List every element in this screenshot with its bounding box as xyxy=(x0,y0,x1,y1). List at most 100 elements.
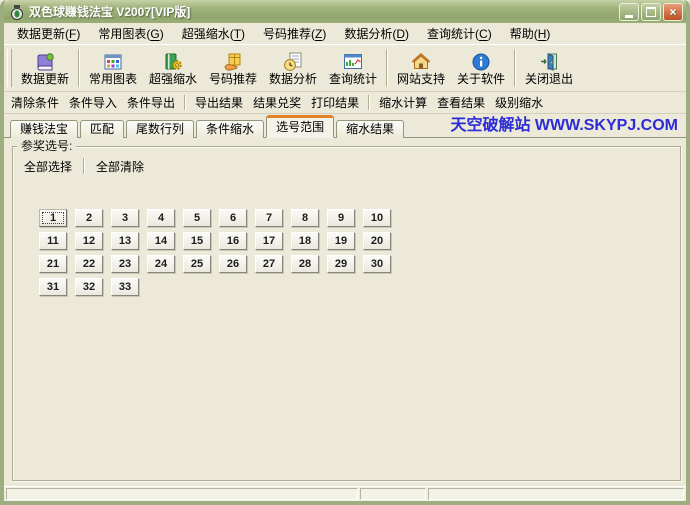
number-button[interactable]: 17 xyxy=(255,232,283,250)
action-button[interactable]: 条件导入 xyxy=(66,92,120,113)
maximize-icon xyxy=(646,7,656,17)
number-button[interactable]: 19 xyxy=(327,232,355,250)
title-bar[interactable]: 双色球赚钱法宝 V2007[VIP版] × xyxy=(4,0,686,23)
tab-3[interactable]: 条件缩水 xyxy=(196,120,264,138)
number-button[interactable]: 3 xyxy=(111,209,139,227)
selection-link-row: 全部选择 全部清除 xyxy=(15,154,680,178)
toolbar-button-stats-window[interactable]: 查询统计 xyxy=(323,47,383,89)
tab-5[interactable]: 缩水结果 xyxy=(336,120,404,138)
actionbar-separator xyxy=(368,95,370,110)
number-button[interactable]: 27 xyxy=(255,255,283,273)
number-button[interactable]: 15 xyxy=(183,232,211,250)
content-area: 参奖选号: 全部选择 全部清除 123456789101112131415161… xyxy=(4,138,686,486)
action-button[interactable]: 条件导出 xyxy=(124,92,178,113)
action-button[interactable]: 清除条件 xyxy=(8,92,62,113)
number-button[interactable]: 28 xyxy=(291,255,319,273)
minimize-button[interactable] xyxy=(619,3,639,21)
action-button[interactable]: 结果兑奖 xyxy=(250,92,304,113)
number-button[interactable]: 31 xyxy=(39,278,67,296)
number-button[interactable]: 21 xyxy=(39,255,67,273)
number-button[interactable]: 1 xyxy=(39,209,67,227)
number-button[interactable]: 14 xyxy=(147,232,175,250)
tab-1[interactable]: 匹配 xyxy=(80,120,124,138)
book-update-icon xyxy=(34,51,56,73)
select-all-button[interactable]: 全部选择 xyxy=(15,155,81,178)
toolbar-button-home[interactable]: 网站支持 xyxy=(391,47,451,89)
number-button[interactable]: 8 xyxy=(291,209,319,227)
number-button[interactable]: 13 xyxy=(111,232,139,250)
home-icon xyxy=(410,51,432,73)
menu-item[interactable]: 号码推荐(Z) xyxy=(254,23,335,44)
number-button[interactable]: 33 xyxy=(111,278,139,296)
close-button[interactable]: × xyxy=(663,3,683,21)
menu-item[interactable]: 数据分析(D) xyxy=(335,23,418,44)
number-button[interactable]: 20 xyxy=(363,232,391,250)
toolbar-button-package-hand[interactable]: 号码推荐 xyxy=(203,47,263,89)
toolbar-button-label: 关于软件 xyxy=(457,73,505,86)
number-button[interactable]: 23 xyxy=(111,255,139,273)
number-button[interactable]: 25 xyxy=(183,255,211,273)
menu-item[interactable]: 超强缩水(T) xyxy=(173,23,254,44)
tabs: 赚钱法宝匹配尾数行列条件缩水选号范围缩水结果 xyxy=(10,114,406,137)
number-button[interactable]: 16 xyxy=(219,232,247,250)
toolbar-button-info[interactable]: 关于软件 xyxy=(451,47,511,89)
toolbar-button-exit-door[interactable]: 关闭退出 xyxy=(519,47,579,89)
tab-bar: 赚钱法宝匹配尾数行列条件缩水选号范围缩水结果 天空破解站 WWW.SKYPJ.C… xyxy=(4,114,686,138)
toolbar-button-label: 号码推荐 xyxy=(209,73,257,86)
app-window: 双色球赚钱法宝 V2007[VIP版] × 数据更新(F)常用图表(G)超强缩水… xyxy=(0,0,690,505)
maximize-button[interactable] xyxy=(641,3,661,21)
package-hand-icon xyxy=(222,51,244,73)
number-button[interactable]: 9 xyxy=(327,209,355,227)
tab-2[interactable]: 尾数行列 xyxy=(126,120,194,138)
number-button[interactable]: 5 xyxy=(183,209,211,227)
number-button[interactable]: 29 xyxy=(327,255,355,273)
toolbar-button-label: 网站支持 xyxy=(397,73,445,86)
clear-all-button[interactable]: 全部清除 xyxy=(87,155,153,178)
toolbar-button-chart-grid[interactable]: 常用图表 xyxy=(83,47,143,89)
number-button[interactable]: 18 xyxy=(291,232,319,250)
prize-number-groupbox: 参奖选号: 全部选择 全部清除 123456789101112131415161… xyxy=(12,146,681,481)
number-button[interactable]: 30 xyxy=(363,255,391,273)
number-button[interactable]: 10 xyxy=(363,209,391,227)
menu-item[interactable]: 常用图表(G) xyxy=(89,23,172,44)
status-pane-1 xyxy=(6,488,358,500)
tab-active[interactable]: 选号范围 xyxy=(266,115,334,138)
info-icon xyxy=(470,51,492,73)
action-button[interactable]: 缩水计算 xyxy=(376,92,430,113)
window-title: 双色球赚钱法宝 V2007[VIP版] xyxy=(29,3,617,20)
toolbar-button-label: 超强缩水 xyxy=(149,73,197,86)
action-button[interactable]: 导出结果 xyxy=(192,92,246,113)
number-button[interactable]: 32 xyxy=(75,278,103,296)
number-button[interactable]: 2 xyxy=(75,209,103,227)
toolbar-button-clock-doc[interactable]: 数据分析 xyxy=(263,47,323,89)
number-button[interactable]: 26 xyxy=(219,255,247,273)
action-button[interactable]: 级别缩水 xyxy=(492,92,546,113)
action-button[interactable]: 打印结果 xyxy=(308,92,362,113)
number-button[interactable]: 24 xyxy=(147,255,175,273)
groupbox-label: 参奖选号: xyxy=(17,139,76,154)
number-button[interactable]: 11 xyxy=(39,232,67,250)
number-button[interactable]: 6 xyxy=(219,209,247,227)
status-pane-2 xyxy=(360,488,426,500)
menu-item[interactable]: 查询统计(C) xyxy=(418,23,501,44)
toolbar-buttons: 数据更新常用图表超强缩水号码推荐数据分析查询统计网站支持关于软件 关闭退出 xyxy=(15,47,579,89)
close-icon: × xyxy=(669,5,676,19)
tab-0[interactable]: 赚钱法宝 xyxy=(10,120,78,138)
watermark-text: 天空破解站 WWW.SKYPJ.COM xyxy=(450,111,678,135)
toolbar-button-label: 关闭退出 xyxy=(525,73,573,86)
toolbar-button-book-update[interactable]: 数据更新 xyxy=(15,47,75,89)
actionbar-separator xyxy=(184,95,186,110)
number-button[interactable]: 7 xyxy=(255,209,283,227)
toolbar-button-book-gear[interactable]: 超强缩水 xyxy=(143,47,203,89)
action-button[interactable]: 查看结果 xyxy=(434,92,488,113)
toolbar-separator xyxy=(386,49,388,87)
toolbar-grip[interactable] xyxy=(7,49,12,87)
menu-item[interactable]: 帮助(H) xyxy=(501,23,560,44)
toolbar-button-label: 数据分析 xyxy=(269,73,317,86)
status-bar xyxy=(4,486,686,501)
number-button[interactable]: 22 xyxy=(75,255,103,273)
number-button[interactable]: 4 xyxy=(147,209,175,227)
menu-item[interactable]: 数据更新(F) xyxy=(8,23,89,44)
number-button[interactable]: 12 xyxy=(75,232,103,250)
status-pane-3 xyxy=(428,488,684,500)
